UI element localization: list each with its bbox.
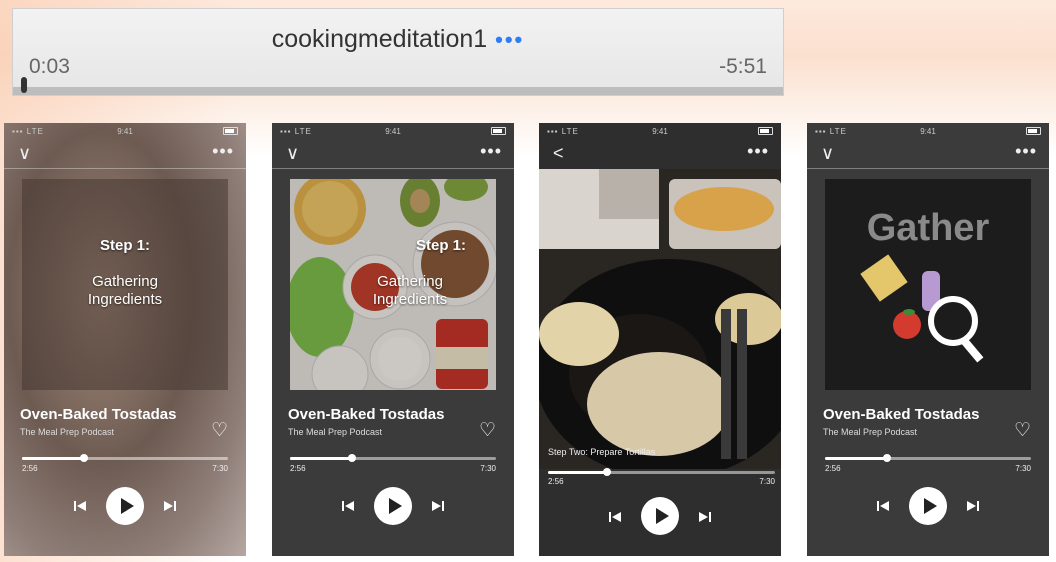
media-filename: cookingmeditation1: [271, 25, 488, 53]
total-time: 7:30: [759, 477, 775, 486]
podcast-name: The Meal Prep Podcast: [823, 427, 918, 437]
previous-track-icon[interactable]: [607, 509, 623, 525]
navigation-bar: ∨ •••: [807, 141, 1049, 169]
progress-bar[interactable]: [290, 454, 496, 462]
video-caption: Step Two: Prepare Tortillas: [548, 447, 656, 457]
next-track-icon[interactable]: [430, 498, 446, 514]
battery-icon: [1026, 127, 1041, 135]
play-button[interactable]: [106, 487, 144, 525]
media-player-bar: cookingmeditation1 ••• 0:03 -5:51: [12, 8, 784, 96]
episode-title: Oven-Baked Tostadas: [20, 406, 177, 423]
episode-artwork: Step 1: Gathering Ingredients: [22, 179, 228, 390]
battery-icon: [223, 127, 238, 135]
status-bar: ▪▪▪ LTE 9:41: [4, 123, 246, 139]
more-dots-icon[interactable]: •••: [495, 27, 524, 52]
next-track-icon[interactable]: [697, 509, 713, 525]
current-time: 2:56: [548, 477, 564, 486]
progress-handle[interactable]: [882, 454, 891, 462]
previous-track-icon[interactable]: [875, 498, 891, 514]
phone-mockup-1: ▪▪▪ LTE 9:41 ∨ ••• Step 1: Gathering Ing…: [4, 123, 246, 556]
podcast-name: The Meal Prep Podcast: [20, 427, 115, 437]
progress-bar[interactable]: [548, 468, 775, 476]
back-chevron-icon[interactable]: <: [553, 143, 564, 164]
more-dots-icon[interactable]: •••: [1015, 141, 1037, 162]
next-track-icon[interactable]: [162, 498, 178, 514]
media-title-row: cookingmeditation1 •••: [13, 25, 783, 54]
heart-icon[interactable]: ♡: [1014, 419, 1031, 442]
status-clock: 9:41: [117, 127, 133, 136]
divider: [272, 168, 514, 169]
play-icon: [121, 498, 134, 514]
artwork-step-title: Gathering Ingredients: [87, 273, 163, 308]
play-button[interactable]: [374, 487, 412, 525]
down-chevron-icon[interactable]: ∨: [18, 143, 31, 164]
episode-title: Oven-Baked Tostadas: [823, 406, 980, 423]
play-icon: [389, 498, 402, 514]
total-time: 7:30: [480, 464, 496, 473]
total-time: 7:30: [1015, 464, 1031, 473]
status-clock: 9:41: [920, 127, 936, 136]
elapsed-time: 0:03: [29, 55, 70, 78]
more-dots-icon[interactable]: •••: [480, 141, 502, 162]
podcast-name: The Meal Prep Podcast: [288, 427, 383, 437]
progress-fill: [825, 457, 887, 460]
episode-artwork: Gather: [825, 179, 1031, 390]
progress-fill: [290, 457, 352, 460]
phone-mockup-4: ▪▪▪ LTE 9:41 ∨ ••• Gather Oven-Baked Tos…: [807, 123, 1049, 556]
artwork-step-label: Step 1:: [415, 237, 466, 254]
remaining-time: -5:51: [719, 55, 767, 78]
artwork-step-title: Gathering Ingredients: [372, 273, 448, 308]
next-track-icon[interactable]: [965, 498, 981, 514]
progress-bar[interactable]: [22, 454, 228, 462]
previous-track-icon[interactable]: [340, 498, 356, 514]
previous-track-icon[interactable]: [72, 498, 88, 514]
status-clock: 9:41: [652, 127, 668, 136]
status-bar: ▪▪▪ LTE 9:41: [539, 123, 781, 139]
progress-bar[interactable]: [825, 454, 1031, 462]
tortillas-frying-photo: [539, 169, 781, 469]
navigation-bar: ∨ •••: [272, 141, 514, 169]
current-time: 2:56: [290, 464, 306, 473]
play-button[interactable]: [641, 497, 679, 535]
status-bar: ▪▪▪ LTE 9:41: [272, 123, 514, 139]
divider: [807, 168, 1049, 169]
current-time: 2:56: [825, 464, 841, 473]
battery-icon: [758, 127, 773, 135]
play-icon: [656, 508, 669, 524]
navigation-bar: ∨ •••: [4, 141, 246, 169]
more-dots-icon[interactable]: •••: [212, 141, 234, 162]
down-chevron-icon[interactable]: ∨: [821, 143, 834, 164]
play-button[interactable]: [909, 487, 947, 525]
progress-fill: [548, 471, 608, 474]
cooking-video[interactable]: [539, 169, 781, 469]
progress-handle[interactable]: [347, 454, 356, 462]
heart-icon[interactable]: ♡: [211, 419, 228, 442]
more-dots-icon[interactable]: •••: [747, 141, 769, 162]
total-time: 7:30: [212, 464, 228, 473]
navigation-bar: < •••: [539, 141, 781, 169]
divider: [4, 168, 246, 169]
play-icon: [924, 498, 937, 514]
gather-illustration: [860, 254, 984, 363]
media-scrubber-handle[interactable]: [21, 77, 27, 93]
artwork-step-label: Step 1:: [99, 237, 150, 254]
battery-icon: [491, 127, 506, 135]
status-clock: 9:41: [385, 127, 401, 136]
current-time: 2:56: [22, 464, 38, 473]
heart-icon[interactable]: ♡: [479, 419, 496, 442]
phone-mockup-3: ▪▪▪ LTE 9:41 < ••• Step Two: Prepare Tor…: [539, 123, 781, 556]
media-scrubber-track[interactable]: [13, 87, 783, 95]
down-chevron-icon[interactable]: ∨: [286, 143, 299, 164]
progress-fill: [22, 457, 84, 460]
progress-handle[interactable]: [603, 468, 612, 476]
phone-mockup-2: ▪▪▪ LTE 9:41 ∨ ••• Step 1: Gathering Ing…: [272, 123, 514, 556]
episode-title: Oven-Baked Tostadas: [288, 406, 445, 423]
progress-handle[interactable]: [79, 454, 88, 462]
episode-artwork: Step 1: Gathering Ingredients: [290, 179, 496, 390]
status-bar: ▪▪▪ LTE 9:41: [807, 123, 1049, 139]
